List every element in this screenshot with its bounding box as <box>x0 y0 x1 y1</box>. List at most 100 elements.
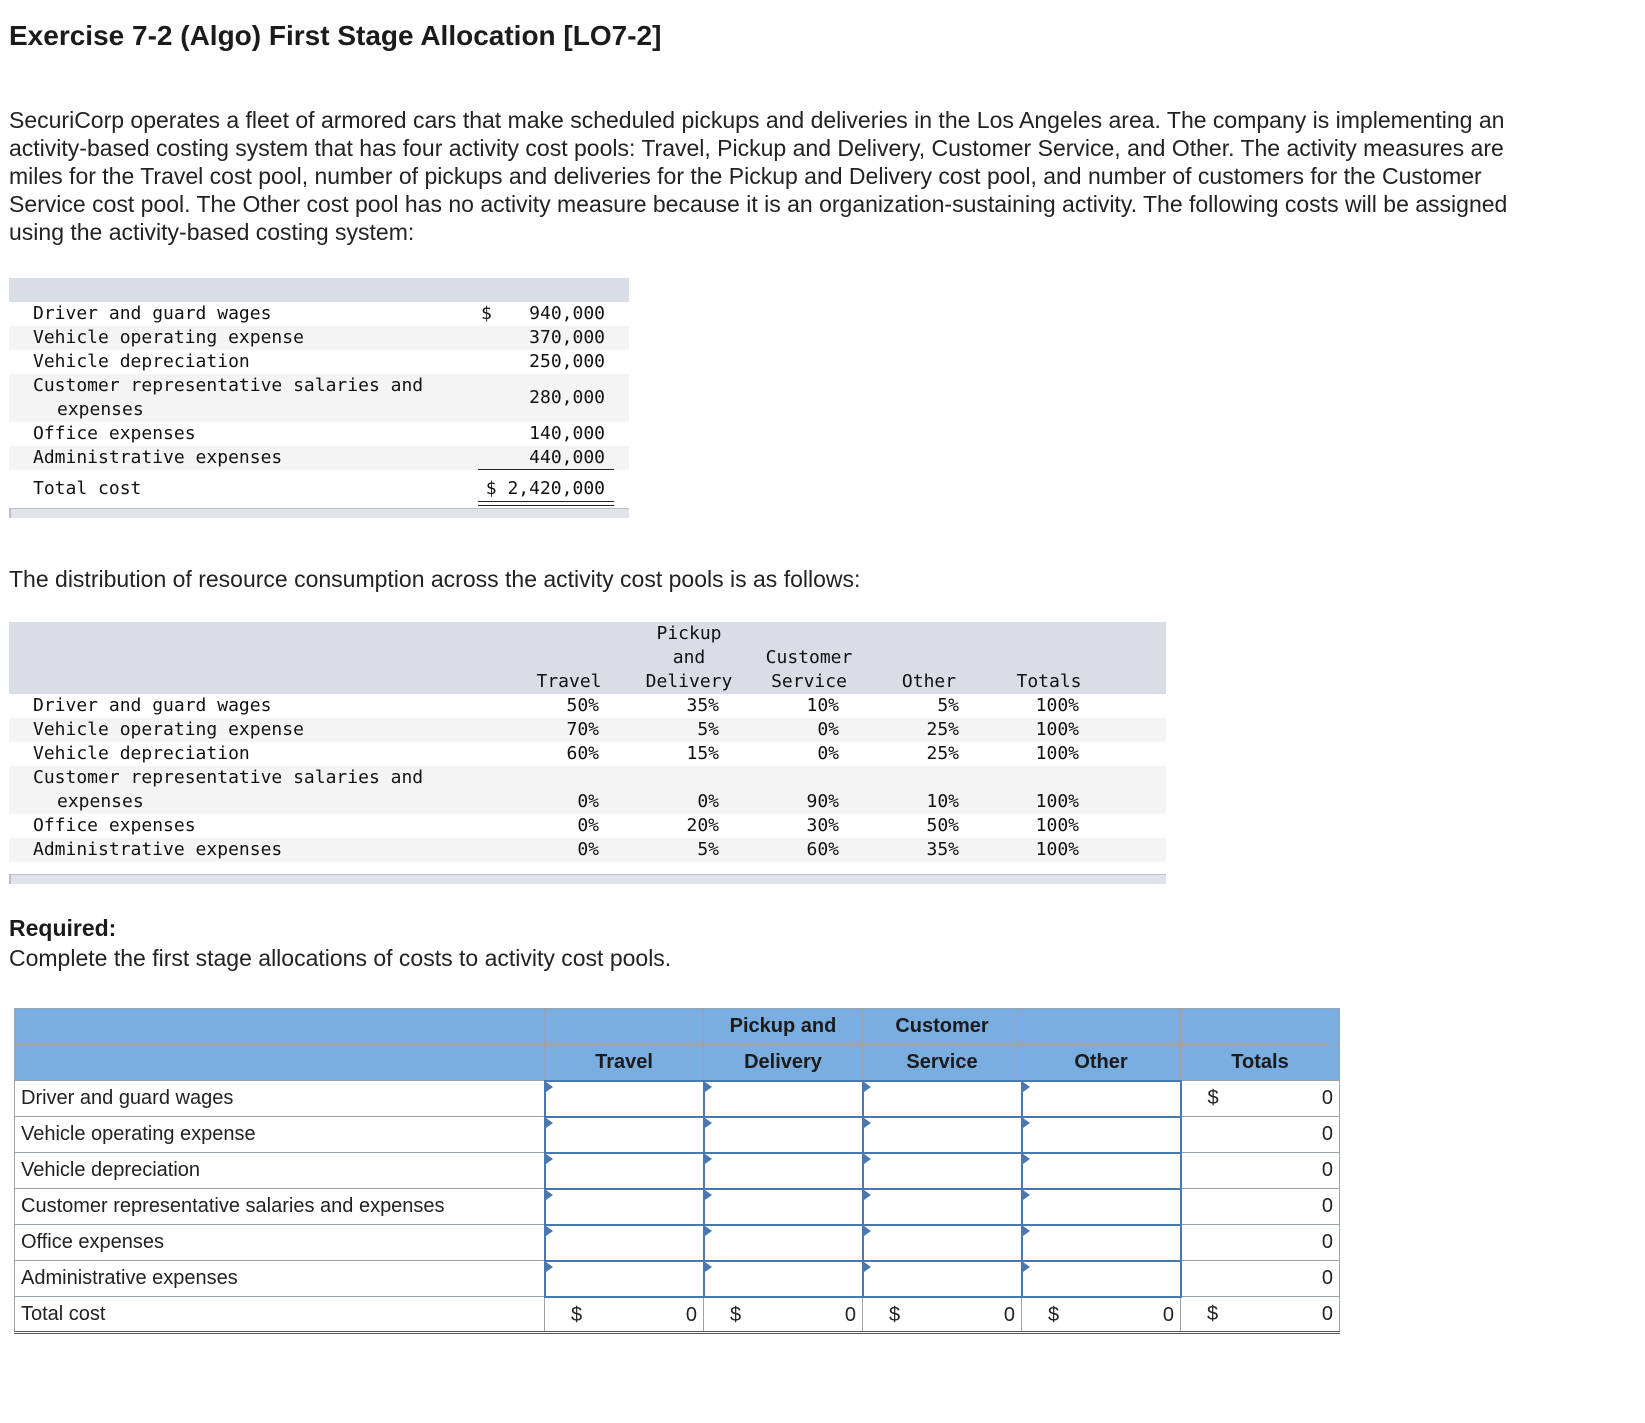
pickup-pct: 5% <box>697 719 719 740</box>
cost-amount: 370,000 <box>529 327 605 348</box>
header-other: Other <box>1021 1044 1181 1081</box>
allocation-answer-table: Pickup and Customer Travel Delivery Serv… <box>14 1008 1340 1334</box>
customer-service-input[interactable] <box>861 1187 1023 1226</box>
exercise-title: Exercise 7-2 (Algo) First Stage Allocati… <box>9 20 662 51</box>
input-marker-icon <box>863 1189 871 1200</box>
total-pct: 100% <box>1035 743 1079 764</box>
header-totals: Totals <box>1016 671 1082 692</box>
row-total: 0 <box>1180 1188 1340 1225</box>
cost-label: Driver and guard wages <box>33 303 272 324</box>
travel-total: $0 <box>544 1296 704 1334</box>
other-input[interactable] <box>1020 1151 1182 1190</box>
header-customer-service-line2: Service <box>771 671 847 692</box>
travel-pct: 0% <box>577 791 599 812</box>
travel-input[interactable] <box>543 1259 705 1298</box>
other-input[interactable] <box>1020 1223 1182 1262</box>
row-label: Vehicle depreciation <box>14 1152 545 1189</box>
answer-row: Customer representative salaries and exp… <box>14 1187 1340 1226</box>
input-marker-icon <box>1022 1225 1030 1236</box>
customer-service-total: $0 <box>862 1296 1022 1334</box>
row-total: 0 <box>1180 1152 1340 1189</box>
pickup-delivery-input[interactable] <box>702 1151 864 1190</box>
header-customer-service-line1: Customer <box>862 1008 1022 1045</box>
answer-row: Office expenses 0 <box>14 1223 1340 1262</box>
customer-service-input[interactable] <box>861 1079 1023 1118</box>
travel-input[interactable] <box>543 1079 705 1118</box>
input-marker-icon <box>704 1225 712 1236</box>
travel-input[interactable] <box>543 1151 705 1190</box>
answer-row: Administrative expenses 0 <box>14 1259 1340 1298</box>
total-pct: 100% <box>1035 719 1079 740</box>
row-label: Administrative expenses <box>14 1260 545 1297</box>
other-input[interactable] <box>1020 1187 1182 1226</box>
other-input[interactable] <box>1020 1259 1182 1298</box>
travel-input[interactable] <box>543 1187 705 1226</box>
travel-pct: 70% <box>566 719 599 740</box>
row-total: $0 <box>1180 1080 1340 1117</box>
travel-pct: 0% <box>577 839 599 860</box>
header-pickup-line1: Pickup <box>656 623 722 644</box>
cost-amount: 250,000 <box>529 351 605 372</box>
customer-service-input[interactable] <box>861 1151 1023 1190</box>
answer-header-row-2: Travel Delivery Service Other Totals <box>14 1044 1340 1081</box>
customer-service-pct: 0% <box>817 743 839 764</box>
travel-pct: 60% <box>566 743 599 764</box>
pickup-delivery-input[interactable] <box>702 1079 864 1118</box>
row-label: Administrative expenses <box>33 839 283 860</box>
input-marker-icon <box>1022 1189 1030 1200</box>
total-double-underline <box>478 501 614 506</box>
input-marker-icon <box>1022 1153 1030 1164</box>
customer-service-input[interactable] <box>861 1259 1023 1298</box>
customer-service-total-value: 0 <box>1003 1303 1015 1326</box>
cost-amount: 280,000 <box>529 387 605 408</box>
table-footer <box>9 508 629 518</box>
required-instructions: Complete the first stage allocations of … <box>9 945 672 971</box>
header-pickup-line1: Pickup and <box>703 1008 863 1045</box>
input-marker-icon <box>545 1189 553 1200</box>
customer-service-input[interactable] <box>861 1115 1023 1154</box>
other-pct: 25% <box>926 719 959 740</box>
other-pct: 5% <box>937 695 959 716</box>
travel-pct: 50% <box>566 695 599 716</box>
pickup-pct: 35% <box>686 695 719 716</box>
input-marker-icon <box>1022 1261 1030 1272</box>
pickup-delivery-input[interactable] <box>702 1259 864 1298</box>
customer-service-pct: 30% <box>806 815 839 836</box>
distribution-row: Vehicle depreciation 60% 15% 0% 25% 100% <box>9 742 1166 766</box>
pickup-delivery-total-value: 0 <box>844 1303 856 1326</box>
answer-row: Vehicle operating expense 0 <box>14 1115 1340 1154</box>
grand-total: $0 <box>1180 1296 1340 1334</box>
table-footer <box>9 874 1166 884</box>
row-total-value: 0 <box>1321 1087 1333 1109</box>
customer-service-input[interactable] <box>861 1223 1023 1262</box>
header-other: Other <box>901 671 957 692</box>
header-pickup-line3: Delivery <box>645 671 733 692</box>
input-marker-icon <box>1022 1117 1030 1128</box>
pickup-delivery-input[interactable] <box>702 1187 864 1226</box>
other-pct: 35% <box>926 839 959 860</box>
pickup-delivery-input[interactable] <box>702 1223 864 1262</box>
cost-label: Administrative expenses <box>33 447 283 468</box>
dollar-sign: $ <box>1207 1303 1219 1325</box>
pickup-delivery-input[interactable] <box>702 1115 864 1154</box>
pickup-delivery-total: $0 <box>703 1296 863 1334</box>
other-pct: 50% <box>926 815 959 836</box>
cost-label: Customer representative salaries and <box>33 375 424 396</box>
other-input[interactable] <box>1020 1079 1182 1118</box>
header-customer-service-line1: Customer <box>765 647 853 668</box>
other-input[interactable] <box>1020 1115 1182 1154</box>
dollar-sign: $ <box>730 1303 742 1326</box>
cost-row: Administrative expenses 440,000 <box>9 446 629 470</box>
input-marker-icon <box>863 1081 871 1092</box>
dollar-sign: $ <box>889 1303 901 1326</box>
customer-service-pct: 0% <box>817 719 839 740</box>
other-pct: 10% <box>926 791 959 812</box>
dollar-sign: $ <box>571 1303 583 1326</box>
header-pickup-line2: Delivery <box>703 1044 863 1081</box>
header-pickup-line2: and <box>672 647 706 668</box>
travel-input[interactable] <box>543 1115 705 1154</box>
travel-input[interactable] <box>543 1223 705 1262</box>
cost-label-continued: expenses <box>57 399 144 420</box>
input-marker-icon <box>704 1261 712 1272</box>
header-customer-service-line2: Service <box>862 1044 1022 1081</box>
